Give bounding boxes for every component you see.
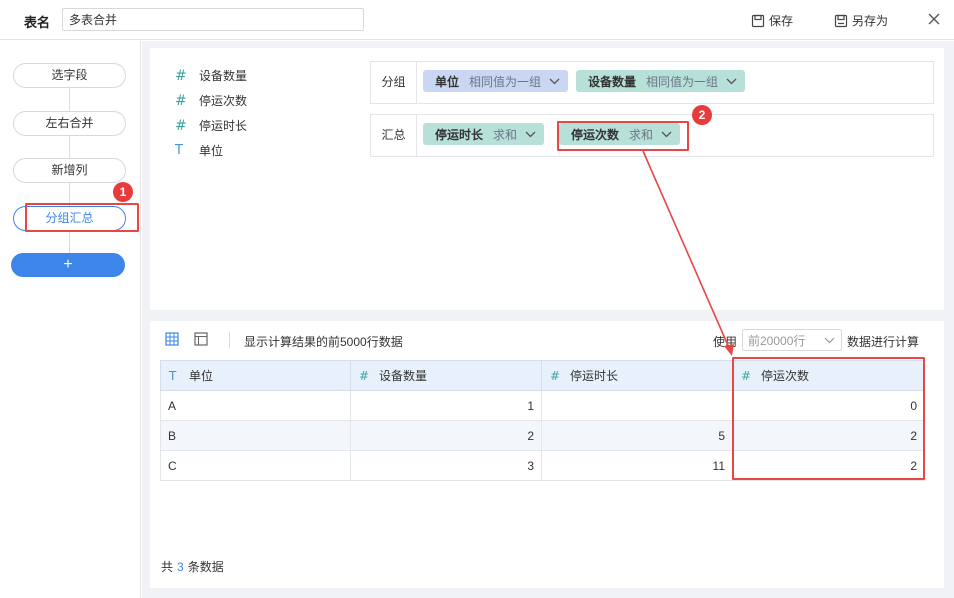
calc-label: 数据进行计算: [847, 335, 920, 349]
table-row: B 2 5 2: [160, 420, 925, 451]
step-left-right-merge[interactable]: 左右合并: [13, 111, 126, 136]
number-field-icon: #: [741, 369, 752, 383]
chevron-down-icon: [824, 337, 835, 344]
row-limit-select[interactable]: 前20000行: [742, 329, 842, 351]
column-header[interactable]: # 停运时长: [541, 360, 733, 391]
field-name: 停运时长: [199, 119, 248, 133]
row-limit-value: 前20000行: [748, 334, 806, 348]
total-suffix: 条数据: [187, 560, 224, 574]
save-icon: [751, 14, 765, 28]
field-item[interactable]: # 停运时长: [175, 117, 247, 134]
steps-sidebar: 选字段 左右合并 新增列 分组汇总 +: [0, 41, 141, 598]
column-header-label: 停运次数: [761, 369, 810, 383]
step-add-column[interactable]: 新增列: [13, 158, 126, 183]
table-cell: 0: [732, 390, 925, 421]
table-row: C 3 11 2: [160, 450, 925, 481]
summary-row-label: 汇总: [371, 115, 417, 156]
save-as-label: 另存为: [852, 14, 889, 28]
field-name: 停运次数: [199, 94, 248, 108]
number-field-icon: #: [175, 117, 187, 134]
chevron-down-icon: [525, 131, 536, 137]
table-cell: B: [160, 420, 351, 451]
table-cell: A: [160, 390, 351, 421]
annotation-badge-2: 2: [692, 105, 712, 125]
number-field-icon: #: [550, 369, 561, 383]
step-group-summary[interactable]: 分组汇总: [13, 206, 126, 231]
field-name: 设备数量: [199, 69, 248, 83]
table-cell: 2: [732, 420, 925, 451]
column-header-label: 设备数量: [379, 369, 428, 383]
use-label: 使用: [713, 335, 738, 349]
save-as-button[interactable]: 另存为: [834, 12, 888, 29]
table-name-label: 表名: [24, 15, 51, 30]
table-cell: 3: [350, 450, 542, 481]
table-name-input[interactable]: [62, 8, 364, 31]
chevron-down-icon: [661, 131, 672, 137]
toolbar-divider: [229, 332, 230, 348]
add-step-button[interactable]: +: [11, 253, 125, 277]
table-cell: 1: [350, 390, 542, 421]
results-table: T 单位 # 设备数量 # 停运时长 # 停运次数 A 1 0 B 2 5 2 C 3 …: [160, 360, 925, 481]
chip-agg: 相同值为一组: [646, 74, 719, 89]
group-row-label: 分组: [371, 62, 417, 103]
table-view-icon[interactable]: [165, 332, 179, 349]
table-cell: [541, 390, 733, 421]
chip-agg: 求和: [629, 127, 654, 142]
column-header[interactable]: T 单位: [160, 360, 351, 391]
top-bar: 表名 保存 另存为: [0, 0, 954, 40]
text-field-icon: T: [169, 369, 177, 383]
number-field-icon: #: [175, 67, 187, 84]
column-header[interactable]: # 停运次数: [732, 360, 925, 391]
group-chip-device-count[interactable]: 设备数量 相同值为一组: [576, 70, 746, 92]
table-cell: C: [160, 450, 351, 481]
number-field-icon: #: [359, 369, 370, 383]
table-cell: 11: [541, 450, 733, 481]
chevron-down-icon: [549, 78, 560, 84]
total-prefix: 共: [161, 560, 174, 574]
chip-agg: 求和: [493, 127, 518, 142]
table-header-row: T 单位 # 设备数量 # 停运时长 # 停运次数: [160, 360, 925, 391]
field-item[interactable]: T 单位: [175, 142, 223, 159]
detail-view-icon[interactable]: [194, 332, 208, 349]
group-chip-unit[interactable]: 单位 相同值为一组: [423, 70, 569, 92]
chevron-down-icon: [726, 78, 737, 84]
chip-field-name: 单位: [435, 74, 460, 89]
table-cell: 2: [732, 450, 925, 481]
summary-chip-outage-count[interactable]: 停运次数 求和: [559, 123, 681, 145]
column-header-label: 单位: [189, 369, 214, 383]
summary-row: 汇总 停运时长 求和 停运次数 求和: [370, 114, 934, 157]
table-cell: 2: [350, 420, 542, 451]
column-header[interactable]: # 设备数量: [350, 360, 542, 391]
chip-field-name: 停运次数: [571, 127, 620, 142]
save-as-icon: [834, 14, 848, 28]
save-label: 保存: [769, 14, 794, 28]
field-name: 单位: [199, 144, 224, 158]
group-row: 分组 单位 相同值为一组 设备数量 相同值为一组: [370, 61, 934, 104]
column-header-label: 停运时长: [570, 369, 619, 383]
save-button[interactable]: 保存: [751, 12, 793, 29]
text-field-icon: T: [175, 143, 183, 158]
total-number: 3: [177, 560, 184, 574]
table-row: A 1 0: [160, 390, 925, 421]
summary-chip-downtime[interactable]: 停运时长 求和: [423, 123, 545, 145]
chip-agg: 相同值为一组: [469, 74, 542, 89]
chip-field-name: 停运时长: [435, 127, 484, 142]
results-note: 显示计算结果的前5000行数据: [244, 335, 403, 349]
total-count: 共 3 条数据: [161, 558, 224, 575]
field-item[interactable]: # 设备数量: [175, 67, 247, 84]
close-icon[interactable]: [927, 12, 941, 29]
table-cell: 5: [541, 420, 733, 451]
chip-field-name: 设备数量: [588, 74, 637, 89]
step-select-fields[interactable]: 选字段: [13, 63, 126, 88]
annotation-badge-1: 1: [113, 182, 133, 202]
field-item[interactable]: # 停运次数: [175, 92, 247, 109]
number-field-icon: #: [175, 92, 187, 109]
